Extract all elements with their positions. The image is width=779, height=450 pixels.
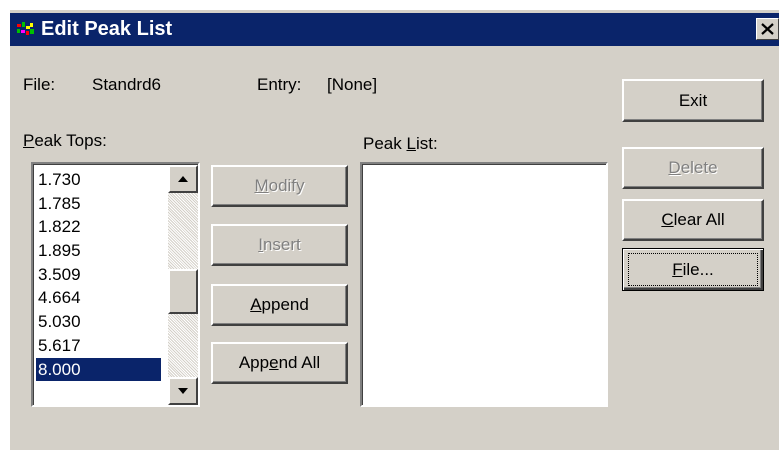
peak-tops-listbox[interactable]: 1.730 1.785 1.822 1.895 3.509 4.664 5.030 5.617… (31, 162, 200, 407)
append-all-button[interactable]: Append All (211, 342, 348, 384)
exit-button[interactable]: Exit (622, 79, 764, 122)
peak-tops-item[interactable]: 1.895 (36, 239, 161, 263)
entry-label: Entry: (257, 75, 302, 94)
title-bar[interactable]: Edit Peak List (10, 13, 779, 46)
scroll-up-button[interactable] (168, 165, 198, 193)
peak-tops-item[interactable]: 5.617 (36, 334, 161, 358)
delete-button[interactable]: Delete (622, 147, 764, 189)
peak-tops-item[interactable]: 8.000 (36, 357, 161, 382)
close-icon (761, 23, 774, 35)
append-button[interactable]: Append (211, 284, 348, 326)
window-title: Edit Peak List (41, 18, 173, 40)
edit-peak-list-dialog: Edit Peak List File: Standrd6 Entry: [No… (10, 10, 779, 450)
peak-chart-icon (16, 20, 36, 40)
file-value: Standrd6 (92, 75, 161, 94)
peak-tops-item[interactable]: 1.822 (36, 215, 161, 239)
peak-tops-item[interactable]: 1.730 (36, 168, 161, 192)
clear-all-button[interactable]: Clear All (622, 199, 764, 241)
modify-button[interactable]: Modify (211, 165, 348, 207)
peak-tops-item[interactable]: 5.030 (36, 310, 161, 334)
scroll-down-arrow-icon (178, 388, 188, 394)
peak-tops-label: Peak Tops: (23, 131, 107, 150)
entry-value: [None] (327, 75, 378, 94)
peak-tops-item[interactable]: 4.664 (36, 286, 161, 310)
peak-tops-item[interactable]: 1.785 (36, 192, 161, 216)
peak-list-listbox[interactable] (360, 162, 608, 407)
peak-list-label: Peak List: (363, 134, 438, 153)
scroll-thumb[interactable] (168, 269, 198, 314)
peak-tops-scrollbar[interactable] (168, 165, 198, 405)
file-button[interactable]: File... (622, 248, 764, 291)
scroll-up-arrow-icon (178, 176, 188, 182)
peak-tops-item[interactable]: 3.509 (36, 263, 161, 287)
peak-tops-items: 1.730 1.785 1.822 1.895 3.509 4.664 5.030 5.617… (36, 168, 161, 382)
close-button[interactable] (756, 18, 779, 40)
file-label: File: (23, 75, 56, 94)
insert-button[interactable]: Insert (211, 224, 348, 266)
scroll-down-button[interactable] (168, 377, 198, 405)
